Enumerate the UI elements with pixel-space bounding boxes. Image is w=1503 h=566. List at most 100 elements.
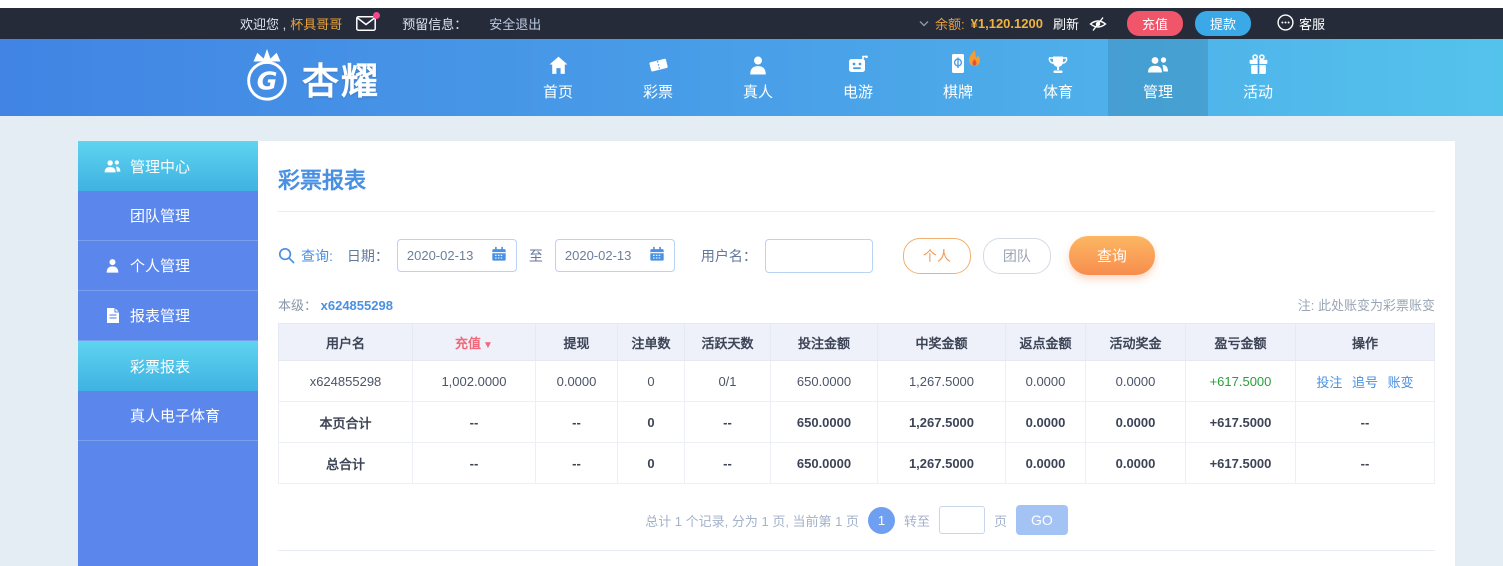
balance-value: ¥1,120.1200 <box>971 16 1043 31</box>
nav-item-promos[interactable]: 活动 <box>1208 39 1308 116</box>
page-number-button[interactable]: 1 <box>868 507 895 534</box>
customer-service-label: 客服 <box>1299 14 1325 33</box>
table-header-row: 用户名 充值▼ 提现 注单数 活跃天数 投注金额 中奖金额 返点金额 活动奖金 … <box>279 324 1435 361</box>
table-row: x624855298 1,002.0000 0.0000 0 0/1 650.0… <box>279 361 1435 402</box>
sidebar-item-manage-center[interactable]: 管理中心 <box>78 141 258 191</box>
cell-bet-amount: 650.0000 <box>771 361 878 402</box>
chase-number-link[interactable]: 追号 <box>1352 375 1378 390</box>
person-icon <box>748 53 768 75</box>
sidebar-item-label: 真人电子体育 <box>130 405 220 426</box>
query-button[interactable]: 查询 <box>1069 236 1155 275</box>
username: 杯具哥哥 <box>290 14 342 33</box>
mail-button[interactable] <box>356 16 376 31</box>
brand-name: 杏耀 <box>302 51 380 105</box>
eye-off-icon[interactable] <box>1089 16 1107 32</box>
recharge-button[interactable]: 充值 <box>1127 11 1183 36</box>
pagination: 总计 1 个记录, 分为 1 页, 当前第 1 页 1 转至 页 GO <box>278 505 1435 535</box>
personal-toggle-button[interactable]: 个人 <box>903 238 971 274</box>
goto-page-input[interactable] <box>939 506 985 534</box>
people-icon <box>1146 53 1170 75</box>
username-input[interactable] <box>765 239 873 273</box>
refresh-balance-button[interactable]: 刷新 <box>1053 14 1079 33</box>
col-active-days: 活跃天数 <box>685 324 771 361</box>
cell-withdraw: 0.0000 <box>536 361 618 402</box>
go-button[interactable]: GO <box>1016 505 1068 535</box>
page-body: 管理中心 团队管理 个人管理 报表管理 彩票报表 真人电子体育 彩票报表 <box>0 116 1503 566</box>
calendar-icon[interactable] <box>491 246 507 265</box>
title-divider <box>278 211 1435 212</box>
nav-item-egames[interactable]: 电游 <box>808 39 908 116</box>
search-form: 查询: 日期： 至 用户名： 个人 团队 查询 <box>278 236 1435 275</box>
col-activity-bonus: 活动奖金 <box>1086 324 1186 361</box>
nav-item-label: 首页 <box>543 81 573 102</box>
nav-item-sports[interactable]: 体育 <box>1008 39 1108 116</box>
sidebar-item-label: 报表管理 <box>130 305 190 326</box>
nav-item-label: 真人 <box>743 81 773 102</box>
col-bet-count: 注单数 <box>618 324 685 361</box>
sidebar-item-personal-manage[interactable]: 个人管理 <box>78 241 258 291</box>
mahjong-icon <box>950 53 966 75</box>
cell-bet-count: 0 <box>618 361 685 402</box>
top-strip <box>0 0 1503 8</box>
notification-dot <box>373 12 380 19</box>
chevron-down-icon[interactable] <box>919 20 929 27</box>
nav-item-live[interactable]: 真人 <box>708 39 808 116</box>
nav-item-label: 管理 <box>1143 81 1173 102</box>
home-icon <box>548 53 569 75</box>
sidebar-item-label: 管理中心 <box>130 156 190 177</box>
col-actions: 操作 <box>1296 324 1435 361</box>
nav-item-lottery[interactable]: 彩票 <box>608 39 708 116</box>
svg-text:G: G <box>257 67 278 96</box>
page-title: 彩票报表 <box>278 141 1435 211</box>
crown-emblem-icon: G <box>238 46 296 109</box>
nav-item-boardgames[interactable]: 棋牌 <box>908 39 1008 116</box>
date-from-input[interactable] <box>407 248 483 263</box>
level-account-link[interactable]: x624855298 <box>321 298 393 313</box>
withdraw-button[interactable]: 提款 <box>1195 11 1251 36</box>
user-icon <box>103 258 122 273</box>
date-to-input[interactable] <box>565 248 641 263</box>
username-label: 用户名： <box>701 246 757 266</box>
report-table: 用户名 充值▼ 提现 注单数 活跃天数 投注金额 中奖金额 返点金额 活动奖金 … <box>278 323 1435 484</box>
date-label: 日期： <box>347 246 389 266</box>
to-label: 至 <box>529 246 543 266</box>
col-win-amount: 中奖金额 <box>878 324 1006 361</box>
col-recharge-sort[interactable]: 充值▼ <box>413 324 536 361</box>
query-label: 查询: <box>301 246 333 266</box>
trophy-icon <box>1047 53 1069 75</box>
users-icon <box>103 159 122 174</box>
cell-label: 本页合计 <box>279 402 413 443</box>
level-label: 本级： <box>278 298 317 313</box>
reserved-info-label: 预留信息： <box>402 14 467 33</box>
sidebar-item-label: 彩票报表 <box>130 356 190 377</box>
chat-icon <box>1277 14 1294 34</box>
cell-profit-loss: +617.5000 <box>1186 361 1296 402</box>
nav-item-label: 体育 <box>1043 81 1073 102</box>
nav-menu: 首页 彩票 真人 电游 棋牌 <box>508 39 1308 116</box>
col-profit-loss: 盈亏金额 <box>1186 324 1296 361</box>
nav-item-label: 彩票 <box>643 81 673 102</box>
main-navbar: G 杏耀 首页 彩票 真人 电游 <box>0 39 1503 116</box>
account-change-note: 注: 此处账变为彩票账变 <box>1298 295 1435 314</box>
customer-service-button[interactable]: 客服 <box>1277 14 1325 34</box>
sidebar-item-live-esports[interactable]: 真人电子体育 <box>78 391 258 441</box>
level-row: 本级： x624855298 注: 此处账变为彩票账变 <box>278 295 1435 314</box>
nav-item-manage[interactable]: 管理 <box>1108 39 1208 116</box>
page-unit-label: 页 <box>994 511 1007 530</box>
team-toggle-button[interactable]: 团队 <box>983 238 1051 274</box>
date-to-box <box>555 239 675 272</box>
sidebar-item-lottery-report[interactable]: 彩票报表 <box>78 341 258 391</box>
sidebar-item-report-manage[interactable]: 报表管理 <box>78 291 258 341</box>
topbar: 欢迎您 , 杯具哥哥 预留信息： 安全退出 余额: ¥1,120.1200 刷新… <box>0 8 1503 39</box>
sidebar-item-label: 团队管理 <box>130 205 190 226</box>
sidebar-item-team-manage[interactable]: 团队管理 <box>78 191 258 241</box>
table-row-page-total: 本页合计 -- -- 0 -- 650.0000 1,267.5000 0.00… <box>279 402 1435 443</box>
cell-username: x624855298 <box>279 361 413 402</box>
logout-link[interactable]: 安全退出 <box>489 14 541 33</box>
nav-item-home[interactable]: 首页 <box>508 39 608 116</box>
brand-logo[interactable]: G 杏耀 <box>238 46 380 109</box>
calendar-icon[interactable] <box>649 246 665 265</box>
account-change-link[interactable]: 账变 <box>1388 375 1414 390</box>
bet-detail-link[interactable]: 投注 <box>1316 375 1342 390</box>
pagination-summary: 总计 1 个记录, 分为 1 页, 当前第 1 页 <box>645 511 859 530</box>
